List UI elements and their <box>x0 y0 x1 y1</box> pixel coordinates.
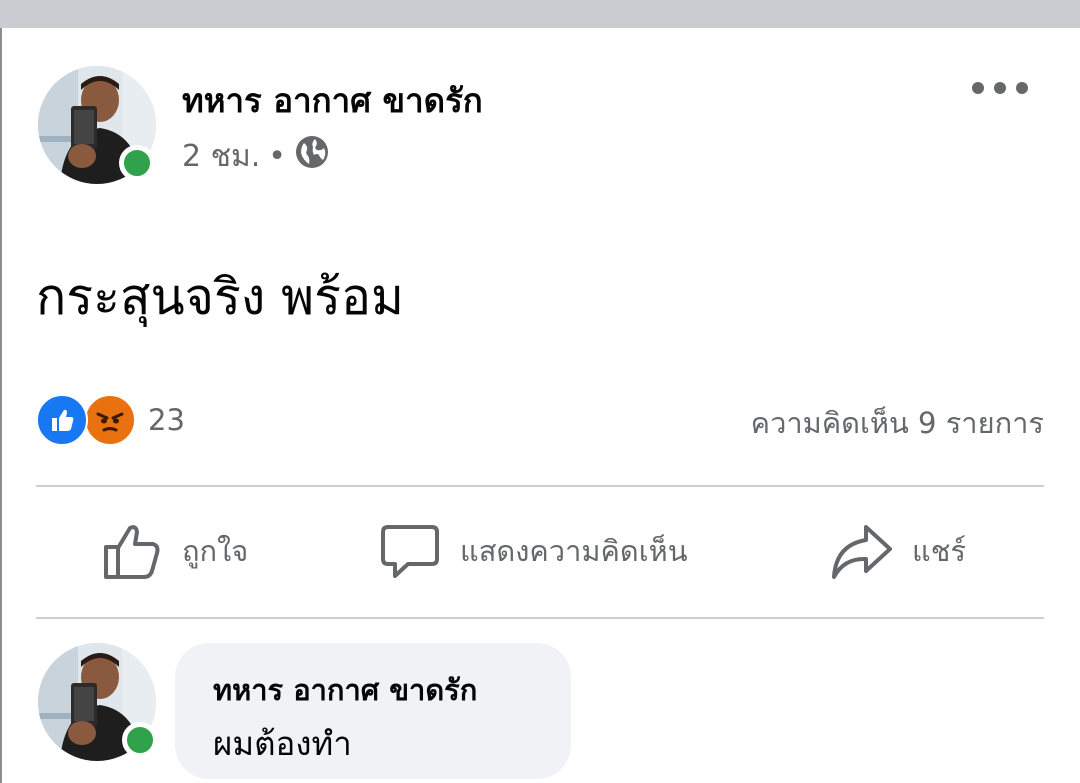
comment-button[interactable]: แสดงความคิดเห็น <box>380 518 688 584</box>
divider <box>36 617 1044 619</box>
share-icon <box>832 525 892 579</box>
post-time[interactable]: 2 ชม. <box>182 133 260 180</box>
angry-icon <box>84 394 136 446</box>
share-button[interactable]: แชร์ <box>830 518 966 584</box>
commenter-online-indicator <box>122 722 158 758</box>
comment-author-name[interactable]: ทหาร อากาศ ขาดรัก <box>213 667 477 713</box>
thumbs-up-icon <box>104 525 160 579</box>
share-label: แชร์ <box>912 534 966 568</box>
globe-icon[interactable] <box>294 134 330 178</box>
more-dot <box>1016 82 1028 94</box>
post-author-name[interactable]: ทหาร อากาศ ขาดรัก <box>182 74 483 127</box>
comment-icon <box>381 525 439 578</box>
post-meta: 2 ชม. • <box>182 136 330 176</box>
comment-text: ผมต้องทำ <box>213 724 352 763</box>
post-author-online-indicator <box>119 145 155 181</box>
like-button[interactable]: ถูกใจ <box>102 518 248 584</box>
like-label: ถูกใจ <box>182 534 249 568</box>
left-edge <box>0 28 2 783</box>
reaction-count: 23 <box>148 403 185 437</box>
comment-bubble[interactable]: ทหาร อากาศ ขาดรัก ผมต้องทำ <box>175 643 571 779</box>
comment-label: แสดงความคิดเห็น <box>460 534 688 568</box>
divider <box>36 485 1044 487</box>
more-dot <box>994 82 1006 94</box>
meta-separator: • <box>268 138 286 174</box>
reactions-summary[interactable]: 23 <box>36 394 185 446</box>
comment-count[interactable]: ความคิดเห็น 9 รายการ <box>751 400 1044 446</box>
post-text: กระสุนจริง พร้อม <box>36 268 404 326</box>
more-options-icon[interactable] <box>972 70 1028 106</box>
top-bar <box>0 0 1080 28</box>
more-dot <box>972 82 984 94</box>
like-icon <box>36 394 88 446</box>
